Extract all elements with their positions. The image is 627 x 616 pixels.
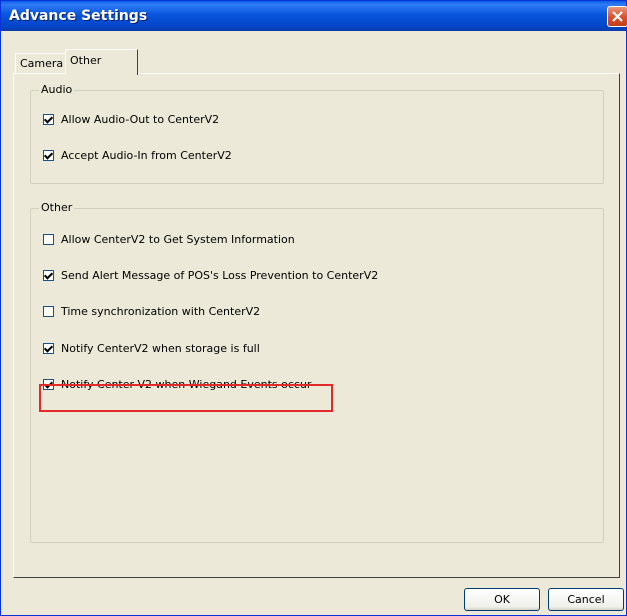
allow-system-info-option[interactable]: Allow CenterV2 to Get System Information [43,231,295,247]
time-sync-option[interactable]: Time synchronization with CenterV2 [43,303,260,319]
time-sync-label: Time synchronization with CenterV2 [61,304,261,318]
audio-group: Audio Allow Audio-Out to CenterV2 Accept… [30,83,604,184]
accept-audio-in-checkbox[interactable] [43,149,54,161]
tab-other-label: Other [70,54,102,67]
audio-group-title: Audio [39,83,75,96]
notify-storage-full-checkbox[interactable] [43,342,54,354]
time-sync-checkbox[interactable] [43,305,54,317]
allow-system-info-label: Allow CenterV2 to Get System Information [61,232,295,246]
send-pos-alert-option[interactable]: Send Alert Message of POS's Loss Prevent… [43,267,378,283]
allow-system-info-checkbox[interactable] [43,233,54,245]
accept-audio-in-label: Accept Audio-In from CenterV2 [61,148,232,162]
other-tab-panel: Audio Allow Audio-Out to CenterV2 Accept… [13,73,620,578]
allow-audio-out-checkbox[interactable] [43,113,54,125]
advance-settings-dialog: Advance Settings Camera Other Audio Allo… [0,0,627,616]
close-button[interactable] [607,6,627,27]
cancel-button[interactable]: Cancel [548,588,624,611]
title-bar[interactable]: Advance Settings [1,1,627,31]
window-title: Advance Settings [9,8,148,24]
tab-camera-label: Camera [20,57,64,70]
highlight-box [39,384,333,412]
other-group-title: Other [39,201,75,214]
allow-audio-out-option[interactable]: Allow Audio-Out to CenterV2 [43,111,219,127]
close-icon [612,11,623,22]
other-group: Other Allow CenterV2 to Get System Infor… [30,201,604,543]
send-pos-alert-checkbox[interactable] [43,269,54,281]
notify-storage-full-option[interactable]: Notify CenterV2 when storage is full [43,340,260,356]
tab-other[interactable]: Other [65,49,138,75]
accept-audio-in-option[interactable]: Accept Audio-In from CenterV2 [43,147,232,163]
ok-button[interactable]: OK [464,588,540,611]
notify-storage-full-label: Notify CenterV2 when storage is full [61,341,260,355]
send-pos-alert-label: Send Alert Message of POS's Loss Prevent… [61,268,379,282]
allow-audio-out-label: Allow Audio-Out to CenterV2 [61,112,220,126]
